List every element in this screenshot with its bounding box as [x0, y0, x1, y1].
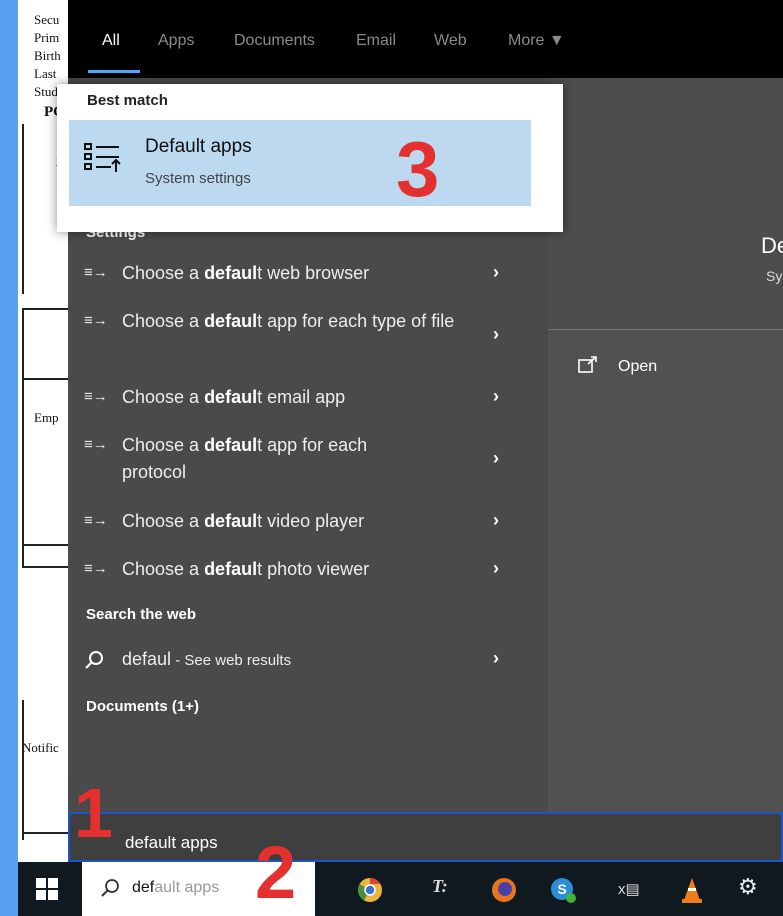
result-item-email[interactable]: ≡→ Choose a default email app ›	[68, 384, 548, 414]
open-external-icon	[578, 356, 597, 373]
flyout-search-text: default apps	[125, 833, 218, 852]
result-item-label: Choose a default photo viewer	[122, 559, 370, 579]
settings-list-icon: ≡→	[84, 388, 108, 405]
chevron-right-icon: ›	[493, 510, 499, 530]
chevron-right-icon: ›	[493, 648, 499, 668]
excel-icon[interactable]: x▤	[618, 880, 646, 908]
best-match-card: Best match Default apps System settings	[57, 84, 563, 232]
result-item-label: defaul - See web results	[122, 649, 292, 669]
open-label: Open	[618, 358, 658, 375]
best-match-subtitle: System settings	[145, 170, 251, 187]
firefox-icon[interactable]	[490, 876, 518, 904]
preview-subtitle: Sy	[766, 268, 783, 284]
search-icon	[85, 651, 103, 669]
settings-gear-icon[interactable]: ⚙	[738, 874, 766, 902]
tab-email[interactable]: Email	[356, 32, 396, 50]
skype-icon[interactable]: S	[549, 876, 577, 904]
best-match-label: Best match	[87, 92, 168, 109]
doc-text: Birth	[34, 48, 61, 63]
doc-rule	[22, 378, 24, 568]
result-item-file-type[interactable]: ≡→ Choose a default app for each type of…	[68, 308, 548, 366]
chrome-icon[interactable]	[356, 876, 384, 904]
tab-more[interactable]: More ▼	[508, 32, 565, 50]
step-number-1: 1	[74, 774, 113, 852]
doc-text: Last	[34, 66, 57, 81]
typora-icon[interactable]: T:	[432, 876, 460, 904]
settings-list-icon: ≡→	[84, 264, 108, 281]
search-icon	[101, 879, 119, 897]
result-item-label: Choose a default email app	[122, 387, 346, 407]
result-item-video-player[interactable]: ≡→ Choose a default video player ›	[68, 508, 548, 538]
taskbar-search-text: default apps	[132, 879, 220, 896]
settings-list-icon: ≡→	[84, 436, 108, 453]
tab-documents[interactable]: Documents	[234, 32, 315, 50]
settings-list-icon: ≡→	[84, 560, 108, 577]
settings-list-icon: ≡→	[84, 512, 108, 529]
tab-all[interactable]: All	[102, 32, 120, 50]
doc-rule	[22, 308, 24, 380]
doc-text: Prim	[34, 30, 60, 45]
result-item-web-search[interactable]: defaul - See web results ›	[68, 646, 548, 676]
active-tab-indicator	[88, 70, 140, 73]
result-item-protocol[interactable]: ≡→ Choose a default app for each protoco…	[68, 432, 548, 490]
best-match-title: Default apps	[145, 136, 252, 157]
result-item-label: Choose a default video player	[122, 511, 365, 531]
doc-rule	[22, 124, 24, 294]
chevron-right-icon: ›	[493, 324, 499, 344]
preview-title: De	[761, 233, 783, 258]
result-item-web-browser[interactable]: ≡→ Choose a default web browser ›	[68, 260, 548, 290]
web-section-label: Search the web	[86, 606, 197, 623]
preview-pane: De Sy Open	[548, 78, 783, 812]
doc-text: Notific	[22, 740, 59, 755]
result-item-photo-viewer[interactable]: ≡→ Choose a default photo viewer ›	[68, 556, 548, 586]
chevron-right-icon: ›	[493, 262, 499, 282]
result-item-label: Choose a default app for each type of fi…	[122, 311, 455, 331]
step-number-2: 2	[255, 831, 297, 914]
doc-text: Emp	[34, 410, 59, 425]
chevron-right-icon: ›	[493, 448, 499, 468]
result-item-label: Choose a default web browser	[122, 263, 370, 283]
documents-section-label[interactable]: Documents (1+)	[86, 698, 199, 715]
flyout-search-box[interactable]: default apps	[68, 812, 783, 862]
windows-start-icon[interactable]	[36, 878, 58, 900]
vlc-icon[interactable]	[678, 876, 706, 904]
search-filter-bar: All Apps Documents Email Web More ▼	[68, 0, 783, 78]
step-number-3: 3	[396, 125, 440, 213]
svg-text:S: S	[557, 881, 566, 897]
preview-header: De Sy	[548, 78, 783, 330]
doc-rule	[22, 700, 24, 840]
chevron-right-icon: ›	[493, 558, 499, 578]
settings-list-icon: ≡→	[84, 312, 108, 329]
default-apps-icon	[84, 143, 121, 172]
taskbar: default apps T: S x▤ ⚙	[18, 862, 783, 916]
best-match-default-apps[interactable]: Default apps System settings	[69, 120, 531, 206]
tab-apps[interactable]: Apps	[158, 32, 194, 50]
doc-text: Secu	[34, 12, 60, 27]
result-item-label: Choose a default app for each protocol	[122, 435, 368, 482]
chevron-right-icon: ›	[493, 386, 499, 406]
tab-web[interactable]: Web	[434, 32, 467, 50]
